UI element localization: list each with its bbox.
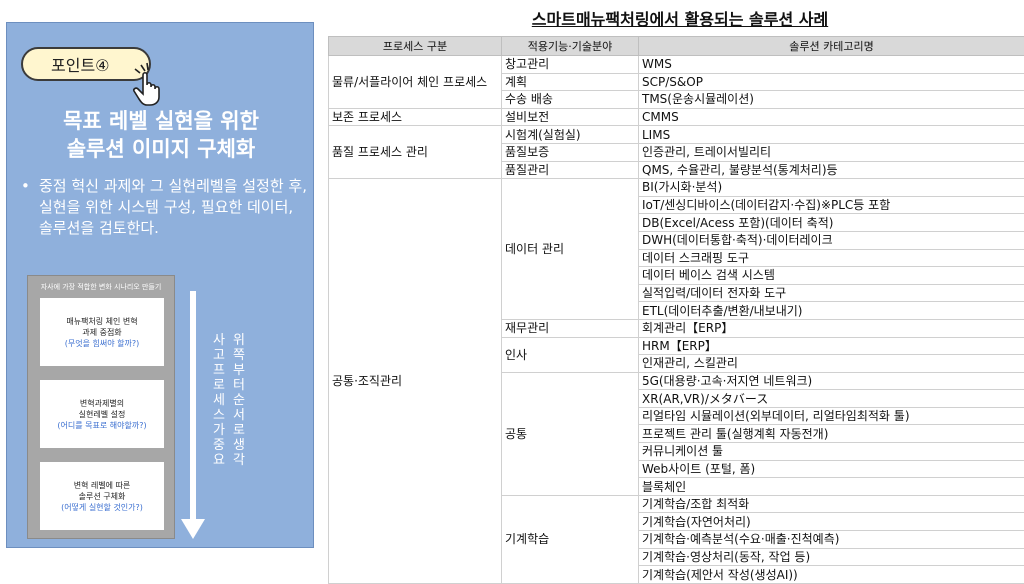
solution-cell: 블록체인 xyxy=(639,478,1024,496)
solution-cell: TMS(운송시뮬레이션) xyxy=(639,91,1024,109)
solution-cell: ETL(데이터추출/변환/내보내기) xyxy=(639,302,1024,320)
table-row: 품질 프로세스 관리시험계(실험실)LIMS xyxy=(329,126,1024,144)
point-label: 포인트④ xyxy=(51,52,110,76)
solution-cell: 인재관리, 스킬관리 xyxy=(639,355,1024,373)
table-body: 물류/서플라이어 체인 프로세스창고관리WMS계획SCP/S&OP수송 배송TM… xyxy=(329,56,1024,584)
pointing-hand-icon xyxy=(127,61,173,107)
scenario-card: 변혁 레벨에 따른 솔루션 구체화 (어떻게 실현할 것인가?) xyxy=(40,462,164,530)
solution-table: 프로세스 구분 적용기능·기술분야 솔루션 카테고리명 물류/서플라이어 체인 … xyxy=(328,36,1024,584)
vertical-text-right: 위쪽부터순서로생각 xyxy=(231,333,247,468)
scenario-box: 자사에 가장 적합한 변화 시나리오 만들기 매뉴팩처링 체인 변혁 과제 중점… xyxy=(27,275,175,539)
card-question: (어떻게 실현할 것인가?) xyxy=(40,502,164,513)
card-line: 변혁 레벨에 따른 xyxy=(40,480,164,491)
solution-cell: HRM【ERP】 xyxy=(639,337,1024,355)
process-cell: 물류/서플라이어 체인 프로세스 xyxy=(329,56,502,109)
function-cell: 창고관리 xyxy=(502,56,639,74)
page-title: 스마트매뉴팩처링에서 활용되는 솔루션 사례 xyxy=(480,6,880,30)
solution-cell: CMMS xyxy=(639,108,1024,126)
function-cell: 품질관리 xyxy=(502,161,639,179)
description-text: 중점 혁신 과제와 그 실현레벨을 설정한 후, 실현을 위한 시스템 구성, … xyxy=(39,176,307,239)
header-process: 프로세스 구분 xyxy=(329,37,502,56)
function-cell: 시험계(실험실) xyxy=(502,126,639,144)
function-cell: 계획 xyxy=(502,73,639,91)
card-line: 실현레벨 설정 xyxy=(40,409,164,420)
solution-cell: 기계학습(자연어처리) xyxy=(639,513,1024,531)
panel-title-line2: 솔루션 이미지 구체화 xyxy=(7,135,315,163)
card-line: 솔루션 구체화 xyxy=(40,491,164,502)
solution-cell: 기계학습·예측분석(수요·매출·진척예측) xyxy=(639,531,1024,549)
function-cell: 설비보전 xyxy=(502,108,639,126)
solution-cell: DWH(데이터통합·축적)·데이터레이크 xyxy=(639,231,1024,249)
solution-cell: 데이터 베이스 검색 시스템 xyxy=(639,267,1024,285)
solution-cell: IoT/센싱디바이스(데이터감지·수집)※PLC등 포함 xyxy=(639,196,1024,214)
process-cell: 품질 프로세스 관리 xyxy=(329,126,502,179)
solution-cell: 데이터 스크래핑 도구 xyxy=(639,249,1024,267)
solution-cell: XR(AR,VR)/メタバース xyxy=(639,390,1024,408)
solution-cell: 인증관리, 트레이서빌리티 xyxy=(639,143,1024,161)
solution-cell: 실적입력/데이터 전자화 도구 xyxy=(639,284,1024,302)
table-row: 보존 프로세스설비보전CMMS xyxy=(329,108,1024,126)
card-question: (무엇을 힘써야 할까?) xyxy=(40,338,164,349)
process-cell: 보존 프로세스 xyxy=(329,108,502,126)
solution-cell: BI(가시화·분석) xyxy=(639,179,1024,197)
solution-cell: 커뮤니케이션 툴 xyxy=(639,443,1024,461)
table-row: 공통·조직관리데이터 관리BI(가시화·분석) xyxy=(329,179,1024,197)
solution-cell: 리얼타임 시뮬레이션(외부데이터, 리얼타임최적화 툴) xyxy=(639,407,1024,425)
solution-cell: 회계관리【ERP】 xyxy=(639,319,1024,337)
vertical-text-left: 사고프로세스가중요 xyxy=(211,333,227,468)
panel-title: 목표 레벨 실현을 위한 솔루션 이미지 구체화 xyxy=(7,107,315,163)
table-row: 물류/서플라이어 체인 프로세스창고관리WMS xyxy=(329,56,1024,74)
card-line: 과제 중점화 xyxy=(40,327,164,338)
solution-cell: 5G(대용량·고속·저지연 네트워크) xyxy=(639,372,1024,390)
table-header-row: 프로세스 구분 적용기능·기술분야 솔루션 카테고리명 xyxy=(329,37,1024,56)
function-cell: 품질보증 xyxy=(502,143,639,161)
solution-cell: Web사이트 (포털, 폼) xyxy=(639,460,1024,478)
solution-cell: LIMS xyxy=(639,126,1024,144)
scenario-card: 매뉴팩처링 체인 변혁 과제 중점화 (무엇을 힘써야 할까?) xyxy=(40,298,164,366)
down-arrow-icon xyxy=(181,291,205,539)
function-cell: 인사 xyxy=(502,337,639,372)
point-panel: 포인트④ 목표 레벨 실현을 위한 솔루션 이미지 구체화 • 중점 혁신 과제… xyxy=(6,22,314,548)
solution-cell: WMS xyxy=(639,56,1024,74)
function-cell: 기계학습 xyxy=(502,495,639,583)
solution-cell: 기계학습(제안서 작성(생성AI)) xyxy=(639,566,1024,584)
function-cell: 데이터 관리 xyxy=(502,179,639,320)
function-cell: 공통 xyxy=(502,372,639,495)
header-category: 솔루션 카테고리명 xyxy=(639,37,1024,56)
process-cell: 공통·조직관리 xyxy=(329,179,502,584)
bullet: • xyxy=(21,176,39,239)
function-cell: 재무관리 xyxy=(502,319,639,337)
solution-cell: DB(Excel/Acess 포함)(데이터 축적) xyxy=(639,214,1024,232)
solution-cell: 프로젝트 관리 툴(실행계획 자동전개) xyxy=(639,425,1024,443)
card-line: 변혁과제별의 xyxy=(40,398,164,409)
card-line: 매뉴팩처링 체인 변혁 xyxy=(40,316,164,327)
header-function: 적용기능·기술분야 xyxy=(502,37,639,56)
solution-cell: SCP/S&OP xyxy=(639,73,1024,91)
panel-description: • 중점 혁신 과제와 그 실현레벨을 설정한 후, 실현을 위한 시스템 구성… xyxy=(21,176,307,239)
scenario-header: 자사에 가장 적합한 변화 시나리오 만들기 xyxy=(28,276,174,292)
panel-title-line1: 목표 레벨 실현을 위한 xyxy=(7,107,315,135)
card-question: (어디를 목표로 해야할까?) xyxy=(40,420,164,431)
solution-cell: QMS, 수율관리, 불량분석(통계처리)등 xyxy=(639,161,1024,179)
scenario-card: 변혁과제별의 실현레벨 설정 (어디를 목표로 해야할까?) xyxy=(40,380,164,448)
solution-cell: 기계학습/조합 최적화 xyxy=(639,495,1024,513)
solution-cell: 기계학습·영상처리(동작, 작업 등) xyxy=(639,548,1024,566)
function-cell: 수송 배송 xyxy=(502,91,639,109)
